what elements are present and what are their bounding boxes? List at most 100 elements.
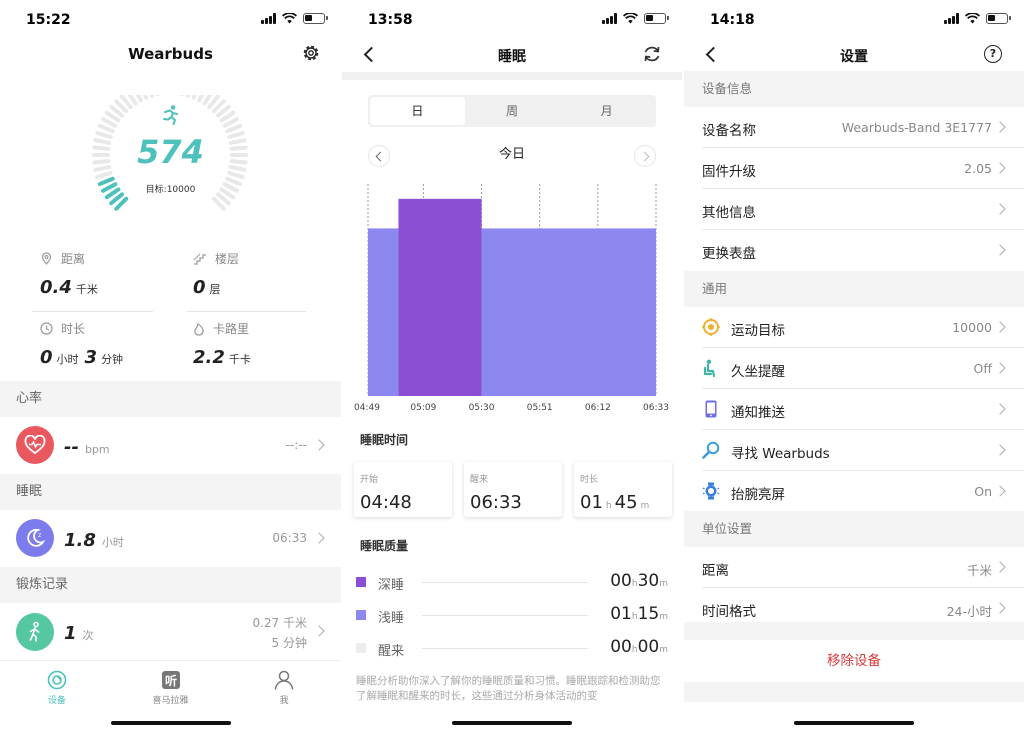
x-tick-label: 06:33 <box>643 403 669 413</box>
stat-calories-label: 卡路里 <box>213 322 250 336</box>
x-tick-label: 06:12 <box>585 403 611 413</box>
signal-icon <box>944 13 959 24</box>
stat-duration-minutes: 3 <box>84 347 98 368</box>
row-raise-to-wake[interactable]: 抬腕亮屏 On <box>684 471 1024 512</box>
flame-icon <box>194 322 204 336</box>
chevron-right-icon <box>313 532 325 544</box>
heart-rate-value: -- <box>64 437 79 458</box>
sleep-value: 1.8 <box>64 530 96 551</box>
sleep-row[interactable]: z 1.8 小时 06:33 <box>0 510 341 566</box>
battery-icon <box>986 13 1011 24</box>
stat-distance-value: 0.4 <box>40 277 72 298</box>
workout-count: 1 <box>64 623 77 644</box>
gauge-tick <box>142 95 149 100</box>
section-sleep-quality: 睡眠质量 <box>360 539 409 553</box>
divider <box>32 311 153 312</box>
row-sedentary-reminder[interactable]: 久坐提醒 Off <box>684 348 1024 389</box>
tab-device[interactable]: 设备 <box>0 661 114 710</box>
row-firmware-label: 固件升级 <box>702 164 756 180</box>
nav-bar: 睡眠 <box>342 40 682 74</box>
target-icon <box>702 318 720 336</box>
stat-calories-value: 2.2 <box>193 347 225 368</box>
row-exercise-goal-value: 10000 <box>952 320 992 335</box>
row-device-name-value: Wearbuds-Band 3E1777 <box>841 120 992 135</box>
chevron-right-icon <box>994 561 1006 573</box>
sleep-time: 06:33 <box>272 531 307 545</box>
wifi-icon <box>965 13 980 24</box>
card-duration-m-unit: m <box>640 501 650 511</box>
stat-distance: 距离 0.4 千米 <box>40 250 98 298</box>
help-icon[interactable]: ? <box>984 45 1002 63</box>
battery-icon <box>303 13 328 24</box>
stat-floors: 楼层 0层 <box>193 250 239 298</box>
svg-text:z: z <box>38 532 41 539</box>
nav-bar: 设置 <box>684 40 1024 74</box>
settings-screen: 14:18 设置 ? 设备信息 设备名称 Wearbuds-Band 3E177… <box>684 0 1024 732</box>
group-general: 通用 <box>684 271 1024 307</box>
quality-row-awake: 醒来 00h00m <box>356 637 668 659</box>
refresh-icon[interactable] <box>642 44 662 64</box>
chevron-right-icon <box>994 403 1006 415</box>
card-wake: 醒来 06:33 <box>464 462 562 517</box>
gauge-tick <box>100 117 118 128</box>
device-icon <box>47 670 67 690</box>
sleep-stage-bar <box>398 198 482 396</box>
row-raise-to-wake-value: On <box>974 484 992 499</box>
person-icon <box>274 670 294 690</box>
row-watch-face-label: 更换表盘 <box>702 246 756 262</box>
status-time: 13:58 <box>368 12 413 28</box>
row-exercise-goal[interactable]: 运动目标 10000 <box>684 307 1024 348</box>
remove-device-button[interactable]: 移除设备 <box>684 640 1024 682</box>
segment-month[interactable]: 月 <box>559 97 654 125</box>
quality-light-hours: 01 <box>610 604 632 624</box>
status-time: 15:22 <box>26 12 71 28</box>
chevron-right-icon <box>994 602 1006 614</box>
row-sedentary-reminder-value: Off <box>973 361 992 376</box>
group-units: 单位设置 <box>684 511 1024 547</box>
row-notifications[interactable]: 通知推送 <box>684 389 1024 430</box>
svg-text:听: 听 <box>164 673 176 688</box>
chevron-right-icon <box>994 203 1006 215</box>
gear-icon[interactable] <box>301 43 321 63</box>
workout-row[interactable]: 1次 0.27 千米 5 分钟 <box>0 603 341 659</box>
chevron-right-icon <box>994 362 1006 374</box>
quality-row-light: 浅睡 01h15m <box>356 604 668 626</box>
walking-icon <box>16 613 54 651</box>
wifi-icon <box>282 13 297 24</box>
card-duration-label: 时长 <box>580 475 599 485</box>
quality-awake-minutes: 00 <box>637 637 660 657</box>
clock-icon <box>40 322 53 335</box>
row-watch-face[interactable]: 更换表盘 <box>684 230 1024 271</box>
row-firmware-value: 2.05 <box>964 161 992 176</box>
quality-deep-hours: 00 <box>610 571 632 591</box>
heart-rate-row[interactable]: -- bpm --:-- <box>0 417 341 473</box>
segment-day[interactable]: 日 <box>370 97 465 125</box>
sitting-icon <box>703 359 716 377</box>
stat-duration-label: 时长 <box>61 322 86 336</box>
chevron-right-icon <box>994 321 1006 333</box>
row-distance-unit[interactable]: 距离 千米 <box>684 547 1024 588</box>
day-label: 今日 <box>498 147 525 162</box>
row-find-wearbuds[interactable]: 寻找 Wearbuds <box>684 430 1024 471</box>
card-wake-value: 06:33 <box>470 492 522 513</box>
gauge-tick <box>185 95 191 98</box>
m-unit: m <box>659 612 668 622</box>
tab-ximalaya[interactable]: 听 喜马拉雅 <box>114 661 228 710</box>
period-segmented-control: 日 周 月 <box>368 95 656 127</box>
row-sedentary-reminder-label: 久坐提醒 <box>731 364 785 380</box>
segment-week[interactable]: 周 <box>465 97 560 125</box>
signal-icon <box>261 13 276 24</box>
next-day-button[interactable] <box>634 145 656 167</box>
section-workout: 锻炼记录 <box>0 567 341 603</box>
row-device-name[interactable]: 设备名称 Wearbuds-Band 3E1777 <box>684 107 1024 148</box>
row-other-info[interactable]: 其他信息 <box>684 189 1024 230</box>
stat-duration: 时长 0 小时 3 分钟 <box>40 320 123 368</box>
tab-me[interactable]: 我 <box>227 661 341 710</box>
x-tick-label: 05:30 <box>469 403 495 413</box>
home-indicator <box>452 721 572 725</box>
row-firmware[interactable]: 固件升级 2.05 <box>684 148 1024 189</box>
stat-duration-minutes-unit: 分钟 <box>101 353 124 366</box>
quality-light-label: 浅睡 <box>378 611 405 626</box>
stat-calories: 卡路里 2.2 千卡 <box>193 320 251 368</box>
card-start-label: 开始 <box>360 475 379 485</box>
